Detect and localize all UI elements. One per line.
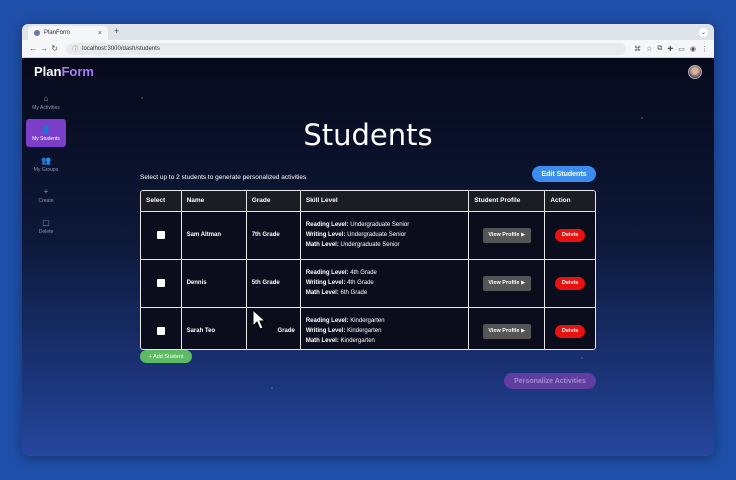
student-name: Dennis <box>181 259 247 308</box>
tab-bar: PlanForm × + ⌄ <box>22 24 714 40</box>
header-select: Select <box>141 191 182 212</box>
extensions-icon[interactable]: ⧉ <box>657 45 662 53</box>
reading-label: Reading Level: <box>305 318 349 324</box>
url-text: localhost:3000/dash/students <box>82 45 160 52</box>
math-label: Math Level: <box>305 242 339 248</box>
sidebar-item-label: My Activities <box>32 104 60 111</box>
view-profile-button[interactable]: View Profile ▶ <box>482 227 531 243</box>
group-icon: 👥 <box>41 155 51 165</box>
reading-value: 4th Grade <box>350 270 377 276</box>
new-tab-icon[interactable]: + <box>114 26 119 36</box>
math-label: Math Level: <box>305 290 339 296</box>
writing-value: Undergraduate Senior <box>347 232 407 238</box>
back-icon[interactable]: ← <box>28 44 39 53</box>
math-label: Math Level: <box>305 338 339 344</box>
select-checkbox[interactable] <box>156 231 165 239</box>
mouse-cursor-icon <box>252 309 266 330</box>
students-table: Select Name Grade Skill Level Student Pr… <box>140 190 596 350</box>
sidebar-item-label: Create <box>38 197 54 204</box>
delete-button[interactable]: Delete <box>555 228 586 242</box>
address-bar[interactable]: ⓘ localhost:3000/dash/students <box>66 42 627 55</box>
select-checkbox[interactable] <box>156 279 165 287</box>
header-name: Name <box>181 191 247 212</box>
student-name: Sam Altman <box>181 211 247 260</box>
writing-value: 4th Grade <box>347 280 374 286</box>
delete-button[interactable]: Delete <box>555 276 586 290</box>
logo-main: Plan <box>34 64 62 79</box>
skill-level-cell: Reading Level: Kindergarten Writing Leve… <box>300 307 470 349</box>
toolbar-icons: ⌘ ☆ ⧉ ✚ ▭ ◉ ⋮ <box>634 45 708 53</box>
bookmark-star-icon[interactable]: ☆ <box>646 45 652 53</box>
favicon-icon <box>34 30 40 36</box>
browser-tab[interactable]: PlanForm × <box>28 26 108 40</box>
delete-button[interactable]: Delete <box>555 324 586 338</box>
student-grade: 7th Grade <box>246 211 301 260</box>
window-menu-icon[interactable]: ⌄ <box>699 28 708 37</box>
personalize-activities-button[interactable]: Personalize Activities <box>504 373 596 389</box>
reading-value: Undergraduate Senior <box>350 222 410 228</box>
math-value: Undergraduate Senior <box>340 242 400 248</box>
split-view-icon[interactable]: ▭ <box>678 45 685 53</box>
plus-icon: + <box>43 186 49 196</box>
math-value: Kindergarten <box>340 338 375 344</box>
reading-label: Reading Level: <box>305 270 349 276</box>
sidebar-item-label: My Groups <box>33 166 59 173</box>
table-row: Dennis 5th Grade Reading Level: 4th Grad… <box>141 259 595 308</box>
logo-accent: Form <box>61 64 94 79</box>
tab-title: PlanForm <box>44 30 71 36</box>
reading-label: Reading Level: <box>305 222 349 228</box>
table-header-row: Select Name Grade Skill Level Student Pr… <box>141 191 595 212</box>
skill-level-cell: Reading Level: 4th Grade Writing Level: … <box>300 259 470 308</box>
table-row: Sarah Teo Grade Reading Level: Kindergar… <box>141 307 595 349</box>
app-logo[interactable]: PlanForm <box>34 64 94 79</box>
student-name: Sarah Teo <box>181 307 247 349</box>
instructions-text: Select up to 2 students to generate pers… <box>140 174 307 181</box>
sidebar-item-delete[interactable]: ▢ Delete <box>26 212 66 240</box>
forward-icon[interactable]: → <box>39 44 50 53</box>
header-action: Action <box>544 191 595 212</box>
reload-icon[interactable]: ↻ <box>49 44 60 53</box>
translate-icon[interactable]: ⌘ <box>634 45 641 53</box>
trash-icon: ▢ <box>42 217 50 227</box>
header-skill-level: Skill Level <box>300 191 470 212</box>
browser-toolbar: ← → ↻ ⓘ localhost:3000/dash/students ⌘ ☆… <box>22 40 714 58</box>
select-checkbox[interactable] <box>156 327 165 335</box>
writing-label: Writing Level: <box>305 328 346 334</box>
math-value: 6th Grade <box>340 290 368 296</box>
profile-icon[interactable]: ◉ <box>690 45 696 53</box>
sidebar: ⌂ My Activities 👤 My Students 👥 My Group… <box>26 88 70 243</box>
header-student-profile: Student Profile <box>468 191 546 212</box>
sidebar-item-create[interactable]: + Create <box>26 181 66 209</box>
add-student-button[interactable]: + Add Student <box>140 350 192 363</box>
skill-level-cell: Reading Level: Undergraduate Senior Writ… <box>300 211 470 260</box>
sidebar-item-my-activities[interactable]: ⌂ My Activities <box>26 88 66 116</box>
page-title: Students <box>303 118 433 152</box>
edit-students-button[interactable]: Edit Students <box>532 166 596 182</box>
student-grade: 5th Grade <box>246 259 301 308</box>
table-row: Sam Altman 7th Grade Reading Level: Unde… <box>141 211 595 260</box>
site-info-icon[interactable]: ⓘ <box>72 44 78 53</box>
writing-value: Kindergarten <box>347 328 382 334</box>
view-profile-button[interactable]: View Profile ▶ <box>482 323 531 339</box>
header-grade: Grade <box>246 191 301 212</box>
app-content: PlanForm ⌂ My Activities 👤 My Students 👥… <box>22 58 714 456</box>
puzzle-icon[interactable]: ✚ <box>667 45 673 53</box>
writing-label: Writing Level: <box>305 280 346 286</box>
view-profile-button[interactable]: View Profile ▶ <box>482 275 531 291</box>
sidebar-item-label: Delete <box>38 228 54 235</box>
more-menu-icon[interactable]: ⋮ <box>701 45 708 53</box>
reading-value: Kindergarten <box>350 318 385 324</box>
avatar[interactable] <box>688 65 702 79</box>
home-icon: ⌂ <box>43 93 49 103</box>
writing-label: Writing Level: <box>305 232 346 238</box>
browser-window: PlanForm × + ⌄ ← → ↻ ⓘ localhost:3000/da… <box>22 24 714 456</box>
close-tab-icon[interactable]: × <box>98 30 102 37</box>
sidebar-item-my-groups[interactable]: 👥 My Groups <box>26 150 66 178</box>
